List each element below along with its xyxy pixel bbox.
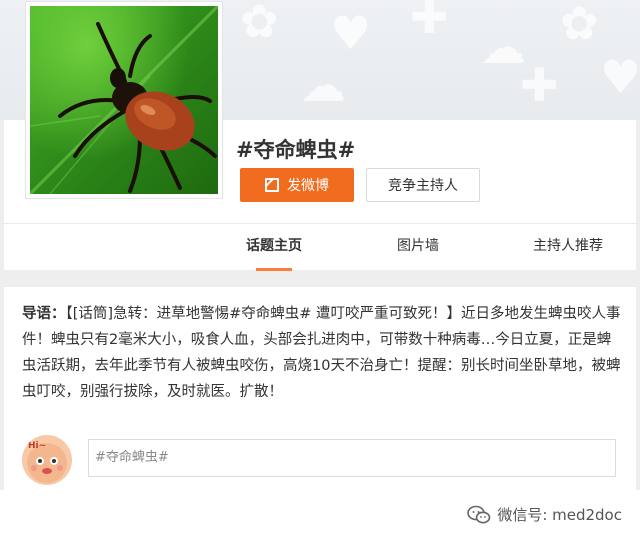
cartoon-avatar-icon: Hi~: [27, 441, 67, 483]
topic-intro: 导语：【[话筒]急转：进草地警惕#夺命蜱虫# 遭叮咬严重可致死！】近日多地发生蜱…: [22, 301, 622, 405]
post-weibo-label: 发微博: [287, 178, 329, 194]
topic-title: #夺命蜱虫#: [236, 138, 356, 162]
compose-input[interactable]: #夺命蜱虫#: [88, 439, 616, 477]
topic-tabs: 话题主页 图片墙 主持人推荐: [4, 223, 636, 271]
tick-image: [30, 6, 218, 194]
decor-pattern-icon: ☁: [300, 58, 346, 112]
edit-icon: [265, 178, 279, 192]
decor-pattern-icon: ✚: [410, 0, 449, 44]
wechat-id-text: 微信号: med2doc: [497, 506, 622, 524]
decor-pattern-icon: ♥: [330, 6, 372, 60]
compete-host-button[interactable]: 竞争主持人: [366, 168, 480, 202]
topic-header-card: #夺命蜱虫# 发微博 竞争主持人 话题主页 图片墙 主持人推荐: [4, 2, 636, 271]
user-avatar[interactable]: Hi~: [22, 435, 72, 485]
decor-pattern-icon: ♥: [600, 50, 640, 104]
decor-pattern-icon: ✿: [560, 0, 599, 50]
topic-avatar[interactable]: [26, 2, 222, 198]
tick-icon: [30, 6, 218, 194]
decor-pattern-icon: ✚: [520, 58, 559, 112]
tab-host-recommend[interactable]: 主持人推荐: [512, 224, 624, 271]
tab-picture-wall[interactable]: 图片墙: [370, 224, 466, 271]
decor-pattern-icon: ✿: [240, 0, 279, 48]
compose-area: Hi~ #夺命蜱虫#: [22, 427, 622, 493]
avatar-greeting: Hi~: [28, 441, 46, 451]
post-weibo-button[interactable]: 发微博: [240, 168, 354, 202]
tab-topic-home[interactable]: 话题主页: [226, 224, 322, 271]
wechat-icon: [467, 505, 491, 525]
intro-body: 【[话筒]急转：进草地警惕#夺命蜱虫# 遭叮咬严重可致死！】近日多地发生蜱虫咬人…: [22, 306, 621, 400]
wechat-watermark: 微信号: med2doc: [467, 504, 622, 525]
intro-lead: 导语：: [22, 306, 66, 322]
